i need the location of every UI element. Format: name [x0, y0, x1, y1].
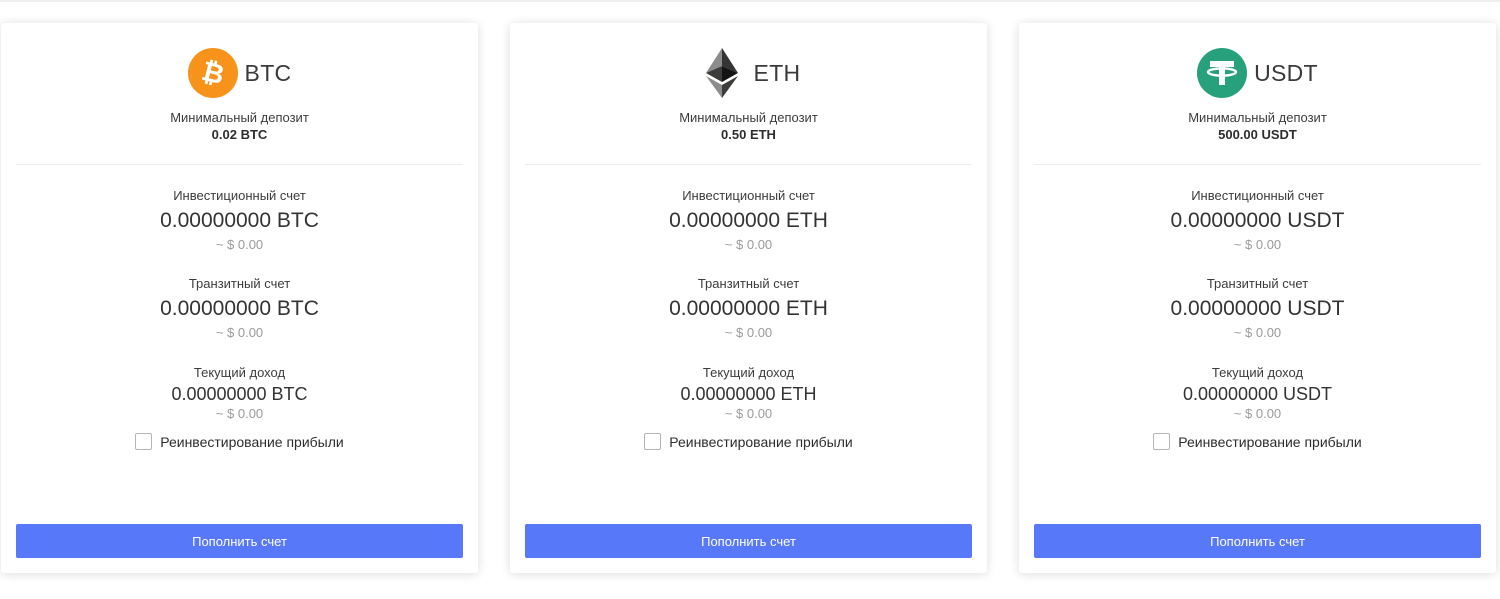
- current-income-label: Текущий доход: [702, 365, 795, 380]
- tether-icon: [1197, 48, 1248, 98]
- transit-account-amount: 0.00000000 USDT: [1170, 297, 1345, 320]
- wallet-cards: ₿ BTC Минимальный депозит 0.02 BTC Инвес…: [0, 0, 1500, 599]
- coin-header: ETH: [510, 48, 987, 98]
- current-income-amount: 0.00000000 BTC: [171, 384, 308, 404]
- coin-name: ETH: [753, 59, 801, 86]
- coin-header: ₿ BTC: [1, 48, 478, 98]
- card-divider: [1034, 164, 1481, 165]
- wallet-card-eth: ETH Минимальный депозит 0.50 ETH Инвести…: [510, 23, 987, 573]
- coin-name: USDT: [1254, 59, 1318, 86]
- investment-account-label: Инвестиционный счет: [682, 188, 815, 203]
- current-income-amount: 0.00000000 ETH: [680, 384, 817, 404]
- transit-account-usd: ~ $ 0.00: [1233, 325, 1282, 340]
- reinvest-toggle[interactable]: Реинвестирование прибыли: [1, 433, 478, 450]
- deposit-button[interactable]: Пополнить счет: [1034, 524, 1481, 558]
- current-income-usd: ~ $ 0.00: [724, 406, 773, 421]
- current-income-label: Текущий доход: [1211, 365, 1304, 380]
- bitcoin-icon: ₿: [187, 48, 238, 98]
- min-deposit-value: 0.02 BTC: [211, 127, 268, 142]
- transit-account-label: Транзитный счет: [188, 276, 291, 291]
- investment-account-amount: 0.00000000 ETH: [669, 209, 828, 232]
- current-income-usd: ~ $ 0.00: [215, 406, 264, 421]
- investment-account-amount: 0.00000000 USDT: [1170, 209, 1345, 232]
- reinvest-label: Реинвестирование прибыли: [160, 433, 344, 450]
- transit-account-amount: 0.00000000 BTC: [160, 297, 319, 320]
- min-deposit: Минимальный депозит 0.02 BTC: [1, 109, 478, 143]
- investment-account: Инвестиционный счет 0.00000000 BTC ~ $ 0…: [1, 187, 478, 253]
- transit-account-label: Транзитный счет: [697, 276, 800, 291]
- investment-account-label: Инвестиционный счет: [1191, 188, 1324, 203]
- deposit-button[interactable]: Пополнить счет: [16, 524, 463, 558]
- current-income-amount: 0.00000000 USDT: [1182, 384, 1333, 404]
- reinvest-label: Реинвестирование прибыли: [669, 433, 853, 450]
- investment-account-usd: ~ $ 0.00: [1233, 237, 1282, 252]
- min-deposit: Минимальный депозит 0.50 ETH: [510, 109, 987, 143]
- card-divider: [16, 164, 463, 165]
- investment-account-amount: 0.00000000 BTC: [160, 209, 319, 232]
- reinvest-toggle[interactable]: Реинвестирование прибыли: [1019, 433, 1496, 450]
- current-income-usd: ~ $ 0.00: [1233, 406, 1282, 421]
- current-income: Текущий доход 0.00000000 ETH ~ $ 0.00: [510, 364, 987, 422]
- deposit-button[interactable]: Пополнить счет: [525, 524, 972, 558]
- wallet-card-btc: ₿ BTC Минимальный депозит 0.02 BTC Инвес…: [1, 23, 478, 573]
- current-income-label: Текущий доход: [193, 365, 286, 380]
- min-deposit-label: Минимальный депозит: [170, 110, 309, 125]
- transit-account: Транзитный счет 0.00000000 ETH ~ $ 0.00: [510, 275, 987, 341]
- coin-header: USDT: [1019, 48, 1496, 98]
- min-deposit: Минимальный депозит 500.00 USDT: [1019, 109, 1496, 143]
- current-income: Текущий доход 0.00000000 USDT ~ $ 0.00: [1019, 364, 1496, 422]
- reinvest-label: Реинвестирование прибыли: [1178, 433, 1362, 450]
- min-deposit-label: Минимальный депозит: [679, 110, 818, 125]
- investment-account: Инвестиционный счет 0.00000000 ETH ~ $ 0…: [510, 187, 987, 253]
- transit-account: Транзитный счет 0.00000000 USDT ~ $ 0.00: [1019, 275, 1496, 341]
- transit-account-amount: 0.00000000 ETH: [669, 297, 828, 320]
- min-deposit-value: 500.00 USDT: [1218, 127, 1297, 142]
- min-deposit-value: 0.50 ETH: [721, 127, 776, 142]
- transit-account-usd: ~ $ 0.00: [724, 325, 773, 340]
- investment-account-usd: ~ $ 0.00: [215, 237, 264, 252]
- card-divider: [525, 164, 972, 165]
- reinvest-toggle[interactable]: Реинвестирование прибыли: [510, 433, 987, 450]
- transit-account: Транзитный счет 0.00000000 BTC ~ $ 0.00: [1, 275, 478, 341]
- current-income: Текущий доход 0.00000000 BTC ~ $ 0.00: [1, 364, 478, 422]
- investment-account-usd: ~ $ 0.00: [724, 237, 773, 252]
- reinvest-checkbox[interactable]: [644, 433, 662, 450]
- transit-account-usd: ~ $ 0.00: [215, 325, 264, 340]
- reinvest-checkbox[interactable]: [1153, 433, 1171, 450]
- transit-account-label: Транзитный счет: [1206, 276, 1309, 291]
- investment-account-label: Инвестиционный счет: [173, 188, 306, 203]
- ethereum-icon: [697, 48, 747, 98]
- wallet-card-usdt: USDT Минимальный депозит 500.00 USDT Инв…: [1019, 23, 1496, 573]
- coin-name: BTC: [244, 59, 292, 86]
- reinvest-checkbox[interactable]: [135, 433, 153, 450]
- investment-account: Инвестиционный счет 0.00000000 USDT ~ $ …: [1019, 187, 1496, 253]
- min-deposit-label: Минимальный депозит: [1188, 110, 1327, 125]
